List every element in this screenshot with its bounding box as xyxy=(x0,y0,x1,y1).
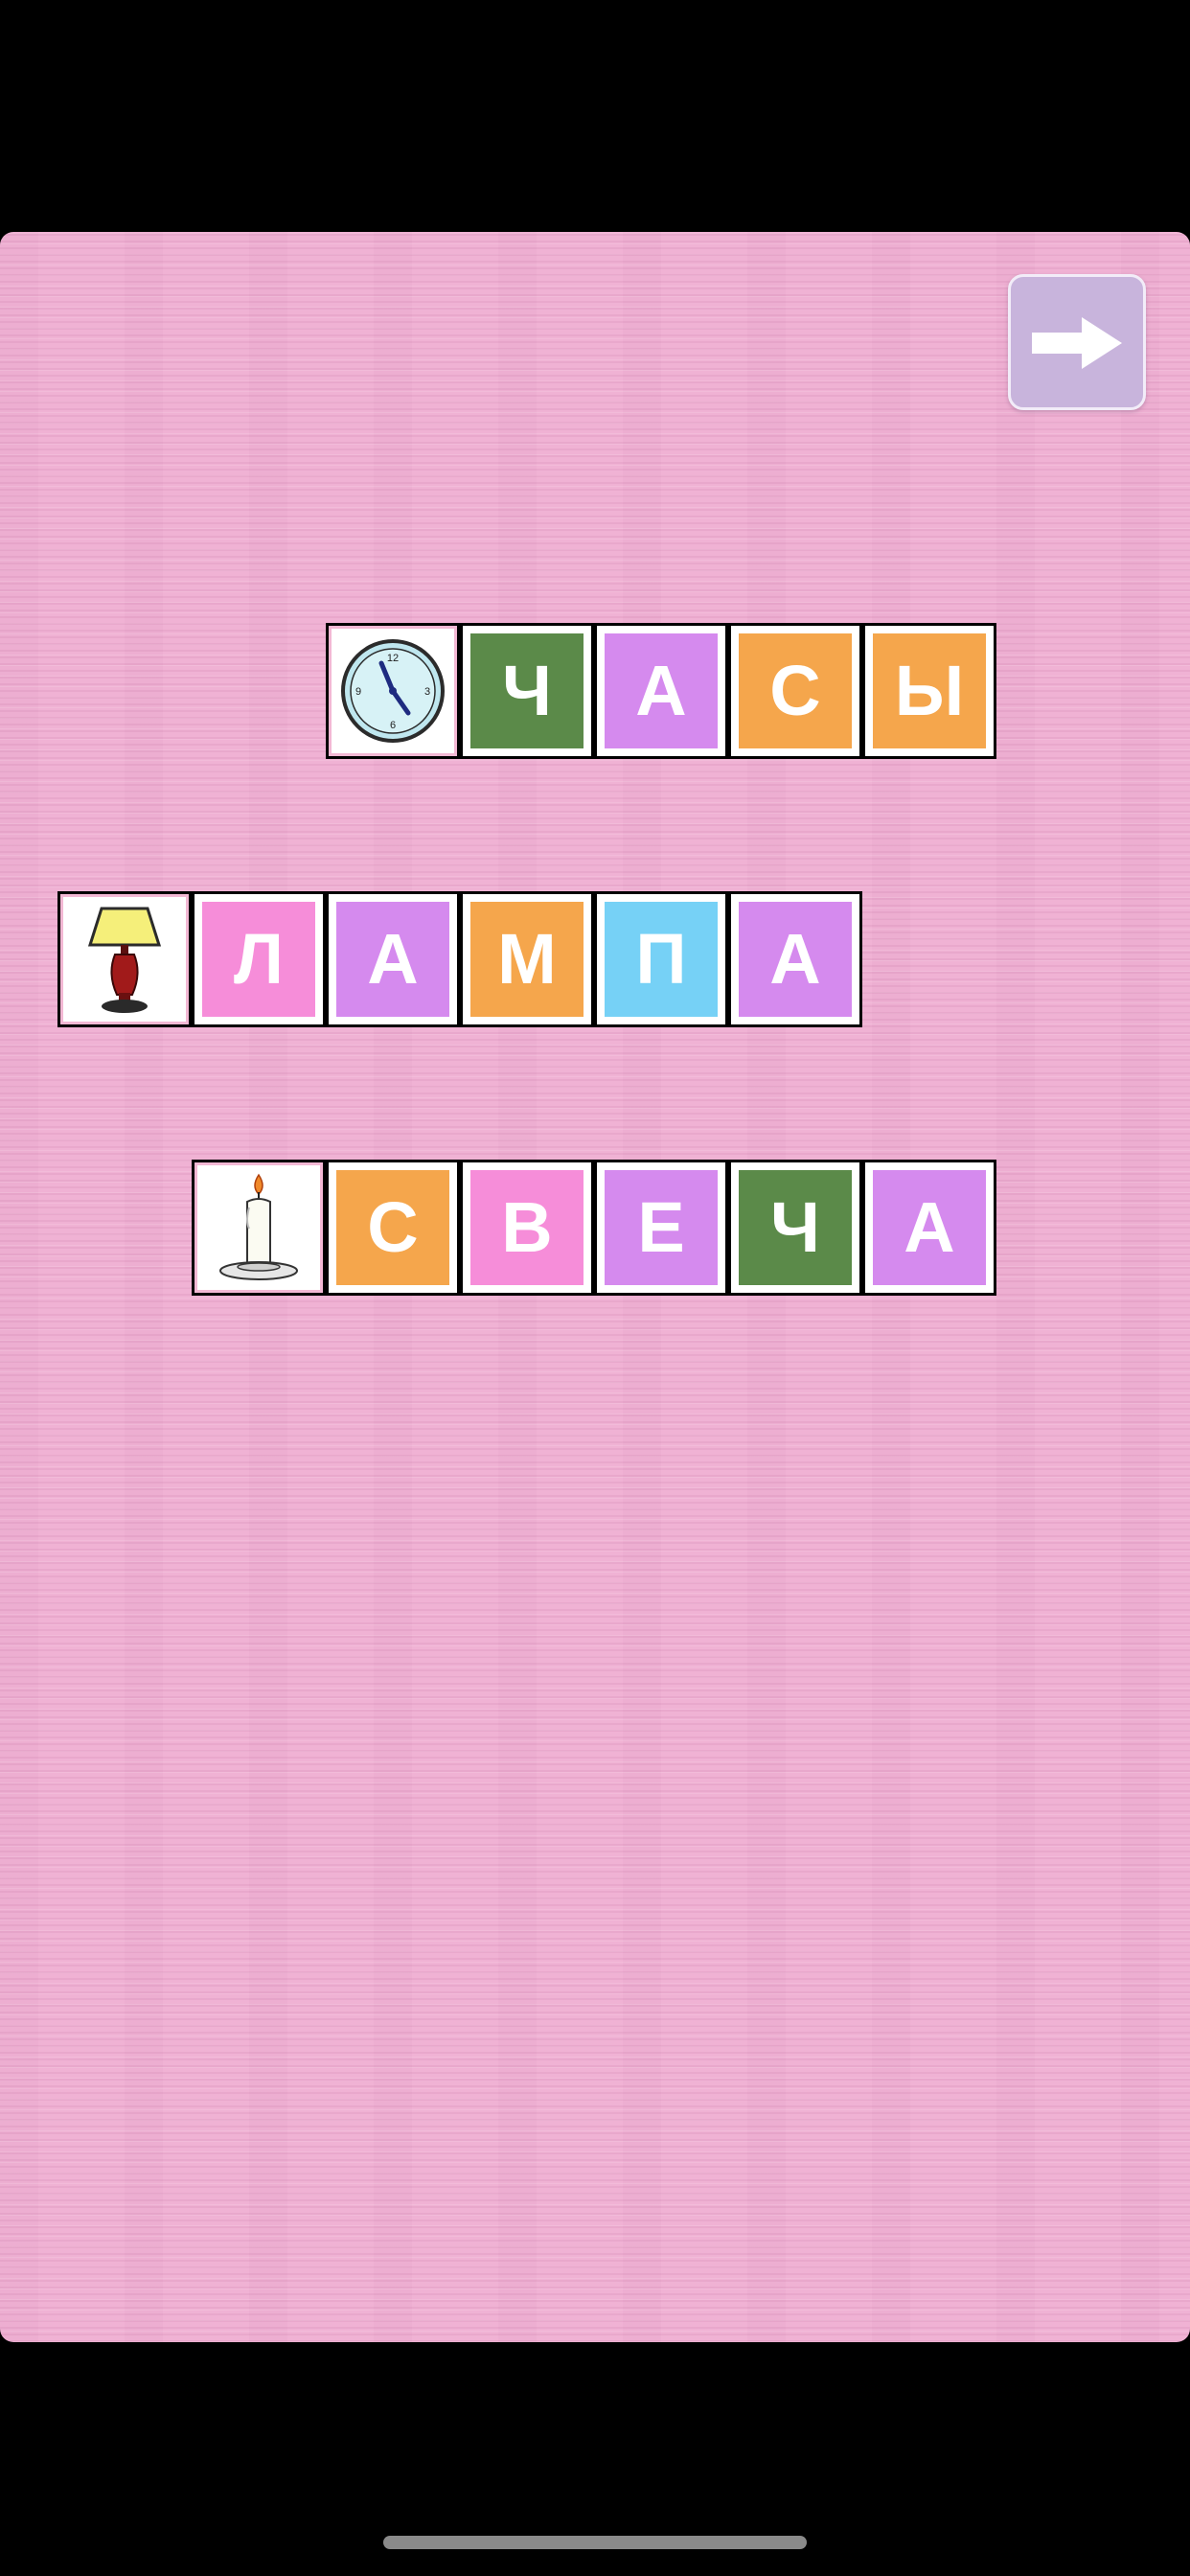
svg-text:3: 3 xyxy=(424,686,430,698)
letter-tile[interactable]: А xyxy=(731,894,859,1024)
letter-tile-face[interactable]: П xyxy=(605,902,718,1017)
letter-tile[interactable]: С xyxy=(329,1162,457,1293)
clock-icon: 12 3 6 9 xyxy=(341,639,445,743)
letter-tile-face[interactable]: Ч xyxy=(470,633,584,748)
letter-tile[interactable]: С xyxy=(731,626,859,756)
letter-tile[interactable]: Ч xyxy=(731,1162,859,1293)
letter-tile-face[interactable]: В xyxy=(470,1170,584,1285)
letter-tile-face[interactable]: А xyxy=(605,633,718,748)
letter-tile[interactable]: А xyxy=(329,894,457,1024)
svg-text:6: 6 xyxy=(390,720,396,731)
letter-tile-face[interactable]: Е xyxy=(605,1170,718,1285)
letter-tile[interactable]: А xyxy=(865,1162,994,1293)
letter-tile-face[interactable]: С xyxy=(739,633,852,748)
letter-tile[interactable]: Ч xyxy=(463,626,591,756)
right-arrow-icon xyxy=(1032,317,1122,369)
word-row-1: 12 3 6 9 Ч А С Ы xyxy=(326,623,996,759)
letter-tile[interactable]: А xyxy=(597,626,725,756)
letter-tile-face[interactable]: А xyxy=(873,1170,986,1285)
letter-tile-face[interactable]: А xyxy=(336,902,449,1017)
letter-tile-face[interactable]: Ч xyxy=(739,1170,852,1285)
word-row-3: С В Е Ч А xyxy=(192,1160,996,1296)
lamp-picture-tile xyxy=(60,894,189,1024)
letter-tile-face[interactable]: С xyxy=(336,1170,449,1285)
letter-tile[interactable]: М xyxy=(463,894,591,1024)
svg-text:12: 12 xyxy=(387,653,399,664)
candle-picture-tile xyxy=(195,1162,323,1293)
letter-tile-face[interactable]: М xyxy=(470,902,584,1017)
clock-picture-tile: 12 3 6 9 xyxy=(329,626,457,756)
candle-icon xyxy=(219,1173,298,1280)
letter-tile[interactable]: В xyxy=(463,1162,591,1293)
letter-tile-face[interactable]: Л xyxy=(202,902,315,1017)
letter-tile-face[interactable]: Ы xyxy=(873,633,986,748)
svg-text:9: 9 xyxy=(355,686,361,698)
word-row-2: Л А М П А xyxy=(57,891,862,1027)
next-button[interactable] xyxy=(1008,274,1146,410)
letter-tile-face[interactable]: А xyxy=(739,902,852,1017)
letter-tile[interactable]: П xyxy=(597,894,725,1024)
lamp-icon xyxy=(87,907,162,1013)
letter-tile[interactable]: Е xyxy=(597,1162,725,1293)
letter-tile[interactable]: Л xyxy=(195,894,323,1024)
letter-tile[interactable]: Ы xyxy=(865,626,994,756)
home-indicator[interactable] xyxy=(383,2536,807,2549)
